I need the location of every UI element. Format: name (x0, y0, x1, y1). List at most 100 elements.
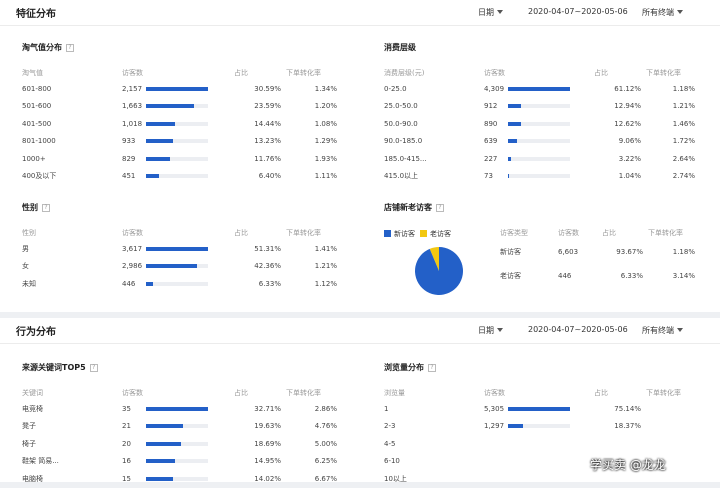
row-bar-cell (146, 98, 234, 116)
help-icon[interactable]: ? (428, 364, 436, 372)
row-conversion: 1.21% (672, 102, 695, 111)
row-visitors: 829 (122, 154, 136, 163)
bar-fill (146, 86, 208, 91)
row-bar-cell (146, 453, 234, 471)
bar-fill (146, 156, 170, 161)
help-icon[interactable]: ? (42, 204, 50, 212)
panel-title: 行为分布 (16, 327, 56, 338)
row-label: 25.0-50.0 (384, 102, 418, 111)
row-label: 601-800 (22, 84, 52, 93)
bar-fill (146, 476, 173, 481)
row-visitors: 6,603 (558, 248, 579, 256)
table-row: 4-5 (384, 435, 700, 453)
col-header: 消费层级(元) (384, 69, 425, 77)
col-header: 访客数 (122, 389, 143, 397)
row-conversion: 4.76% (314, 422, 337, 431)
row-share: 23.59% (254, 102, 281, 111)
bar-fill (146, 406, 208, 411)
row-visitors: 3,617 (122, 244, 143, 253)
row-label: 1 (384, 404, 389, 413)
terminal-dropdown[interactable]: 所有终端 (642, 325, 683, 336)
row-label: 电竞椅 (22, 404, 43, 413)
bar-track (146, 156, 208, 161)
help-icon[interactable]: ? (89, 364, 98, 372)
row-share: 32.71% (254, 404, 281, 413)
col-header: 下单转化率 (646, 69, 681, 77)
row-visitors: 1,663 (122, 102, 143, 111)
row-visitors: 933 (122, 137, 136, 146)
row-bar-cell (146, 240, 234, 258)
date-dropdown[interactable]: 日期 (478, 325, 503, 336)
bar-fill (146, 264, 198, 269)
row-visitors: 73 (484, 172, 493, 181)
row-share: 51.31% (254, 244, 281, 253)
bar-track (146, 174, 208, 179)
row-visitors: 4,309 (484, 84, 505, 93)
row-label: 2-3 (384, 422, 396, 431)
table-row: 601-800 2,157 30.59% 1.34% (22, 80, 342, 98)
col-header: 访客数 (484, 69, 505, 77)
bar-track (508, 121, 570, 126)
row-share: 13.23% (254, 137, 281, 146)
row-label: 185.0-415... (384, 154, 427, 163)
table-row: 90.0-185.0 639 9.06% 1.72% (384, 133, 700, 151)
row-label: 801-1000 (22, 137, 56, 146)
bar-fill (146, 459, 175, 464)
row-share: 61.12% (614, 84, 641, 93)
terminal-dropdown[interactable]: 所有终端 (642, 7, 683, 18)
legend-new: 新访客 (384, 229, 415, 239)
row-label: 400及以下 (22, 172, 57, 181)
col-header: 占比 (602, 229, 616, 237)
table-row: 电竞椅 35 32.71% 2.86% (22, 400, 342, 418)
col-header: 访客数 (122, 69, 143, 77)
date-dropdown-label: 日期 (478, 8, 494, 17)
row-conversion: 1.20% (314, 102, 337, 111)
col-header: 访客数 (122, 229, 143, 237)
date-range[interactable]: 2020-04-07~2020-05-06 (528, 325, 628, 334)
table-row: 新访客 6,603 93.67% 1.18% (500, 240, 700, 264)
col-header: 访客数 (484, 389, 505, 397)
row-bar-cell (146, 418, 234, 436)
consume-card: 消费层级 消费层级(元) 访客数 占比 下单转化率 0-25.0 4,309 61.… (384, 42, 700, 182)
date-dropdown[interactable]: 日期 (478, 7, 503, 18)
table-row: 女 2,986 42.36% 1.21% (22, 258, 342, 276)
bar-fill (508, 86, 570, 91)
row-conversion: 1.12% (314, 279, 337, 288)
row-label: 4-5 (384, 439, 396, 448)
bar-track (508, 406, 570, 411)
col-header: 下单转化率 (646, 389, 681, 397)
table-row: 1 5,305 75.14% (384, 400, 700, 418)
col-header: 占比 (234, 389, 248, 397)
table-header: 性别 访客数 占比 下单转化率 (22, 226, 342, 240)
row-bar-cell (508, 168, 594, 186)
row-share: 11.76% (254, 154, 281, 163)
help-icon[interactable]: ? (436, 204, 444, 212)
row-visitors: 890 (484, 119, 498, 128)
bar-track (146, 264, 208, 269)
table-row: 415.0以上 73 1.04% 2.74% (384, 168, 700, 186)
col-header: 性别 (22, 229, 36, 237)
row-share: 42.36% (254, 262, 281, 271)
date-dropdown-label: 日期 (478, 326, 494, 335)
table-header: 关键词 访客数 占比 下单转化率 (22, 386, 342, 400)
row-share (594, 435, 646, 453)
row-share: 19.63% (254, 422, 281, 431)
row-label: 电脑椅 (22, 474, 43, 483)
row-bar-cell (146, 150, 234, 168)
panel-title: 特征分布 (16, 9, 56, 20)
help-icon[interactable]: ? (66, 44, 74, 52)
card-title: 消费层级 (384, 43, 416, 52)
bar-track (146, 139, 208, 144)
date-range[interactable]: 2020-04-07~2020-05-06 (528, 7, 628, 16)
row-bar-cell (146, 275, 234, 293)
row-visitors: 227 (484, 154, 498, 163)
col-header: 占比 (594, 389, 608, 397)
row-visitors: 451 (122, 172, 136, 181)
bar-track (146, 86, 208, 91)
row-label: 10以上 (384, 474, 407, 483)
col-header: 访客类型 (500, 229, 528, 237)
row-conversion: 2.64% (672, 154, 695, 163)
bar-fill (146, 441, 182, 446)
row-label: 401-500 (22, 119, 52, 128)
row-share: 3.22% (618, 154, 641, 163)
